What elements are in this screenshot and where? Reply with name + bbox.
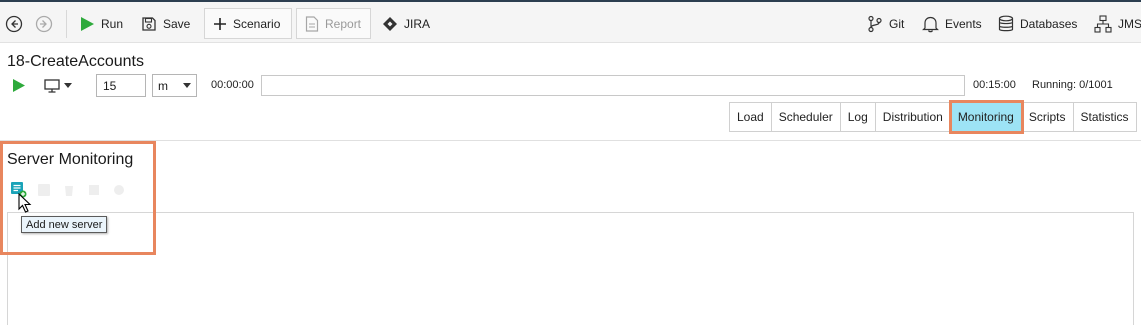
section-title: Server Monitoring bbox=[7, 151, 134, 168]
save-icon bbox=[141, 16, 157, 32]
divider bbox=[0, 140, 1141, 141]
jira-label: JIRA bbox=[404, 16, 431, 31]
mouse-cursor-icon bbox=[18, 192, 32, 216]
play-icon bbox=[13, 79, 25, 92]
databases-button[interactable]: Databases bbox=[998, 8, 1077, 39]
copy-server-icon[interactable] bbox=[86, 182, 102, 198]
back-icon[interactable] bbox=[5, 8, 23, 39]
save-label: Save bbox=[163, 16, 191, 31]
toolbar-separator bbox=[66, 10, 67, 38]
duration-unit-select[interactable]: m bbox=[152, 74, 197, 97]
git-label: Git bbox=[889, 16, 905, 31]
play-icon bbox=[79, 16, 95, 32]
bell-icon bbox=[922, 15, 939, 33]
tab-monitoring[interactable]: Monitoring bbox=[948, 100, 1024, 134]
run-label: Run bbox=[101, 16, 124, 31]
tab-load[interactable]: Load bbox=[729, 102, 772, 132]
report-button[interactable]: Report bbox=[296, 8, 371, 39]
running-status: Running: 0/1001 bbox=[1032, 79, 1113, 91]
git-branch-icon bbox=[867, 15, 883, 33]
tooltip: Add new server bbox=[21, 216, 108, 233]
edit-server-icon[interactable] bbox=[36, 182, 52, 198]
databases-label: Databases bbox=[1020, 16, 1078, 31]
tab-log[interactable]: Log bbox=[840, 102, 876, 132]
top-toolbar: Run Save Scenario Report JIRA Git Events… bbox=[0, 0, 1141, 43]
jira-icon bbox=[382, 16, 398, 32]
tab-distribution[interactable]: Distribution bbox=[875, 102, 951, 132]
chevron-down-icon bbox=[183, 83, 191, 88]
tab-statistics[interactable]: Statistics bbox=[1073, 102, 1137, 132]
chevron-down-icon bbox=[64, 83, 72, 88]
duration-input[interactable]: 15 bbox=[96, 74, 146, 97]
plus-icon bbox=[213, 17, 227, 31]
events-button[interactable]: Events bbox=[922, 8, 982, 39]
elapsed-time: 00:00:00 bbox=[211, 79, 254, 91]
duration-unit-value: m bbox=[158, 78, 168, 93]
database-icon bbox=[998, 15, 1014, 33]
git-button[interactable]: Git bbox=[867, 8, 904, 39]
view-tabs: Load Scheduler Log Distribution Monitori… bbox=[729, 100, 1137, 134]
run-button[interactable]: Run bbox=[79, 8, 123, 39]
monitor-icon bbox=[44, 78, 60, 93]
jms-label: JMS bbox=[1118, 16, 1141, 31]
jira-button[interactable]: JIRA bbox=[382, 8, 430, 39]
report-icon bbox=[305, 15, 319, 32]
settings-icon[interactable] bbox=[111, 182, 127, 198]
jms-network-icon bbox=[1094, 14, 1112, 33]
events-label: Events bbox=[945, 16, 982, 31]
page-title: 18-CreateAccounts bbox=[7, 53, 144, 70]
tab-scripts[interactable]: Scripts bbox=[1021, 102, 1074, 132]
end-time: 00:15:00 bbox=[973, 79, 1016, 91]
delete-server-icon[interactable] bbox=[61, 182, 77, 198]
report-label: Report bbox=[325, 16, 362, 31]
server-list-panel bbox=[7, 212, 1134, 325]
tab-scheduler[interactable]: Scheduler bbox=[771, 102, 841, 132]
test-progress-bar bbox=[261, 75, 965, 96]
forward-icon[interactable] bbox=[35, 8, 53, 39]
scenario-button[interactable]: Scenario bbox=[204, 8, 292, 39]
display-mode-dropdown[interactable] bbox=[44, 73, 72, 98]
scenario-label: Scenario bbox=[233, 16, 281, 31]
save-button[interactable]: Save bbox=[141, 8, 190, 39]
jms-button[interactable]: JMS bbox=[1094, 8, 1141, 39]
start-test-button[interactable] bbox=[12, 73, 26, 98]
